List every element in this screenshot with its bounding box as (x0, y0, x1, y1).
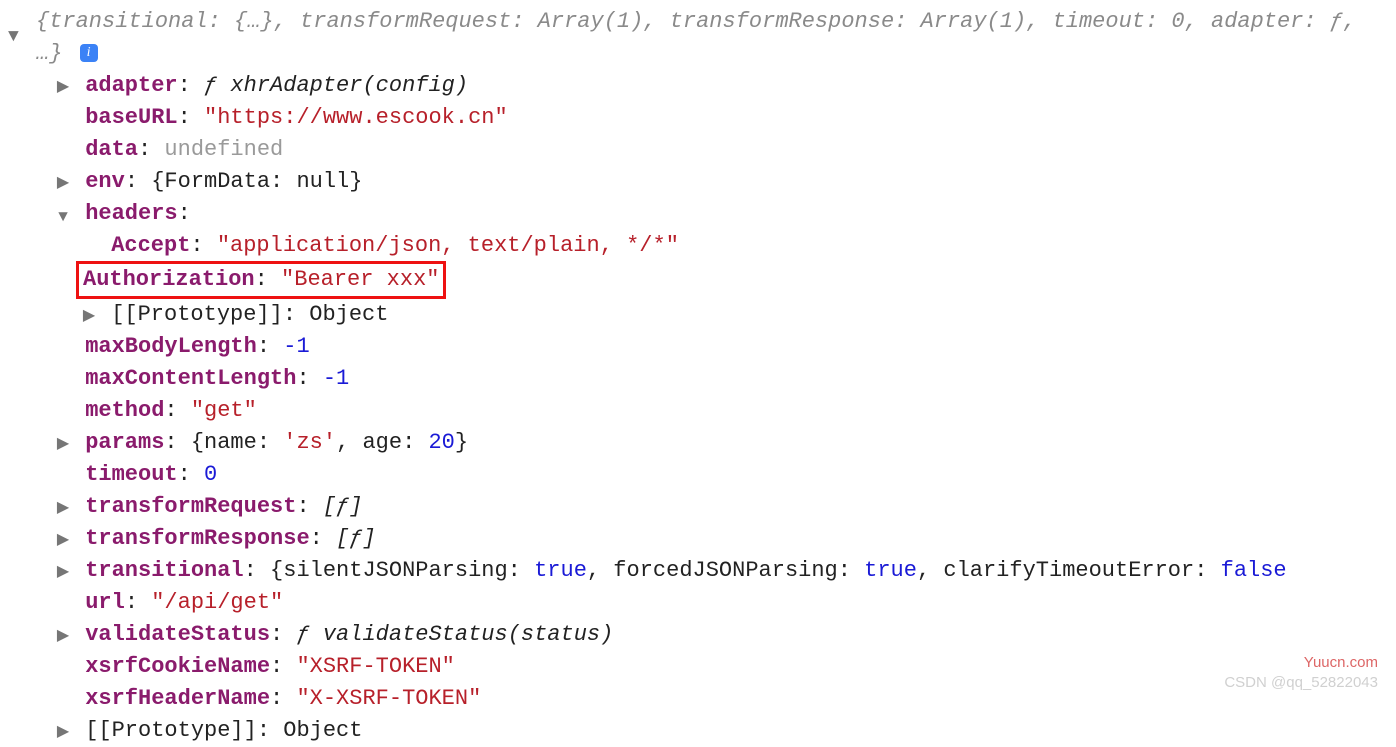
property-value: "Bearer xxx" (281, 267, 439, 292)
inline-value: 'zs' (283, 430, 336, 455)
inline-text: , age: (336, 430, 428, 455)
inline-text: {silentJSONParsing: (270, 558, 534, 583)
property-key: Accept (111, 233, 190, 258)
property-url[interactable]: url: "/api/get" (8, 587, 1388, 619)
property-value: -1 (323, 366, 349, 391)
watermark-csdn: CSDN @qq_52822043 (1224, 672, 1378, 694)
property-key: transformRequest (85, 494, 296, 519)
expand-arrow-icon[interactable]: ▶ (56, 525, 70, 555)
property-maxbodylength[interactable]: maxBodyLength: -1 (8, 331, 1388, 363)
property-value: "https://www.escook.cn" (204, 105, 508, 130)
property-key: xsrfCookieName (85, 654, 270, 679)
property-key: env (85, 169, 125, 194)
property-key: data (85, 137, 138, 162)
property-value: Object (283, 718, 362, 743)
expand-arrow-icon[interactable]: ▶ (56, 493, 70, 523)
property-transitional[interactable]: ▶ transitional: {silentJSONParsing: true… (8, 555, 1388, 587)
property-value: [ƒ] (336, 526, 376, 551)
property-baseurl[interactable]: baseURL: "https://www.escook.cn" (8, 102, 1388, 134)
property-maxcontentlength[interactable]: maxContentLength: -1 (8, 363, 1388, 395)
property-headers[interactable]: ▼ headers: (8, 198, 1388, 230)
property-adapter[interactable]: ▶ adapter: ƒ xhrAdapter(config) (8, 70, 1388, 102)
property-timeout[interactable]: timeout: 0 (8, 459, 1388, 491)
property-key: [[Prototype]] (111, 302, 283, 327)
property-key: transformResponse (85, 526, 309, 551)
collapse-arrow-icon[interactable]: ▼ (8, 6, 36, 50)
property-data[interactable]: data: undefined (8, 134, 1388, 166)
inline-value: true (534, 558, 587, 583)
property-key: method (85, 398, 164, 423)
property-value: {FormData: null} (151, 169, 362, 194)
property-value: "X-XSRF-TOKEN" (296, 686, 481, 711)
property-key: validateStatus (85, 622, 270, 647)
property-key: maxContentLength (85, 366, 296, 391)
property-transformrequest[interactable]: ▶ transformRequest: [ƒ] (8, 491, 1388, 523)
expand-arrow-icon[interactable]: ▶ (56, 168, 70, 198)
inline-text: } (455, 430, 468, 455)
property-key: transitional (85, 558, 243, 583)
property-key: Authorization (83, 267, 255, 292)
property-key: adapter (85, 73, 177, 98)
expand-arrow-icon[interactable]: ▶ (56, 429, 70, 459)
collapse-arrow-icon[interactable]: ▼ (56, 202, 70, 232)
property-key: params (85, 430, 164, 455)
inline-value: 20 (428, 430, 454, 455)
expand-arrow-icon[interactable]: ▶ (82, 301, 96, 331)
highlight-box: Authorization: "Bearer xxx" (76, 261, 446, 299)
property-prototype[interactable]: ▶ [[Prototype]]: Object (8, 715, 1388, 747)
property-key: maxBodyLength (85, 334, 257, 359)
property-headers-authorization[interactable]: Authorization: "Bearer xxx" (8, 261, 1388, 299)
object-summary-row[interactable]: ▼ {transitional: {…}, transformRequest: … (8, 6, 1388, 70)
property-value: 0 (204, 462, 217, 487)
info-icon[interactable]: i (80, 44, 98, 62)
property-key: xsrfHeaderName (85, 686, 270, 711)
property-transformresponse[interactable]: ▶ transformResponse: [ƒ] (8, 523, 1388, 555)
property-value: "/api/get" (151, 590, 283, 615)
property-value: [ƒ] (323, 494, 363, 519)
property-method[interactable]: method: "get" (8, 395, 1388, 427)
inline-text: , forcedJSONParsing: (587, 558, 864, 583)
inline-text: , clarifyTimeoutError: (917, 558, 1221, 583)
property-xsrfheadername[interactable]: xsrfHeaderName: "X-XSRF-TOKEN" (8, 683, 1388, 715)
expand-arrow-icon[interactable]: ▶ (56, 72, 70, 102)
property-key: url (85, 590, 125, 615)
property-value: "get" (191, 398, 257, 423)
property-key: baseURL (85, 105, 177, 130)
property-value: "application/json, text/plain, */*" (217, 233, 679, 258)
property-env[interactable]: ▶ env: {FormData: null} (8, 166, 1388, 198)
inline-value: false (1221, 558, 1287, 583)
property-params[interactable]: ▶ params: {name: 'zs', age: 20} (8, 427, 1388, 459)
object-summary-text: {transitional: {…}, transformRequest: Ar… (36, 9, 1356, 66)
property-key: headers (85, 201, 177, 226)
property-validatestatus[interactable]: ▶ validateStatus: ƒ validateStatus(statu… (8, 619, 1388, 651)
property-value: Object (309, 302, 388, 327)
property-key: timeout (85, 462, 177, 487)
watermark-yuucn: Yuucn.com (1304, 652, 1378, 674)
function-signature: ƒ xhrAdapter(config) (204, 73, 468, 98)
property-xsrfcookiename[interactable]: xsrfCookieName: "XSRF-TOKEN" (8, 651, 1388, 683)
expand-arrow-icon[interactable]: ▶ (56, 717, 70, 747)
inline-value: true (864, 558, 917, 583)
property-value: undefined (164, 137, 283, 162)
inline-text: {name: (191, 430, 283, 455)
property-value: "XSRF-TOKEN" (296, 654, 454, 679)
expand-arrow-icon[interactable]: ▶ (56, 557, 70, 587)
expand-arrow-icon[interactable]: ▶ (56, 621, 70, 651)
property-key: [[Prototype]] (85, 718, 257, 743)
property-value: -1 (283, 334, 309, 359)
function-signature: ƒ validateStatus(status) (296, 622, 613, 647)
property-headers-prototype[interactable]: ▶ [[Prototype]]: Object (8, 299, 1388, 331)
property-headers-accept[interactable]: Accept: "application/json, text/plain, *… (8, 230, 1388, 262)
